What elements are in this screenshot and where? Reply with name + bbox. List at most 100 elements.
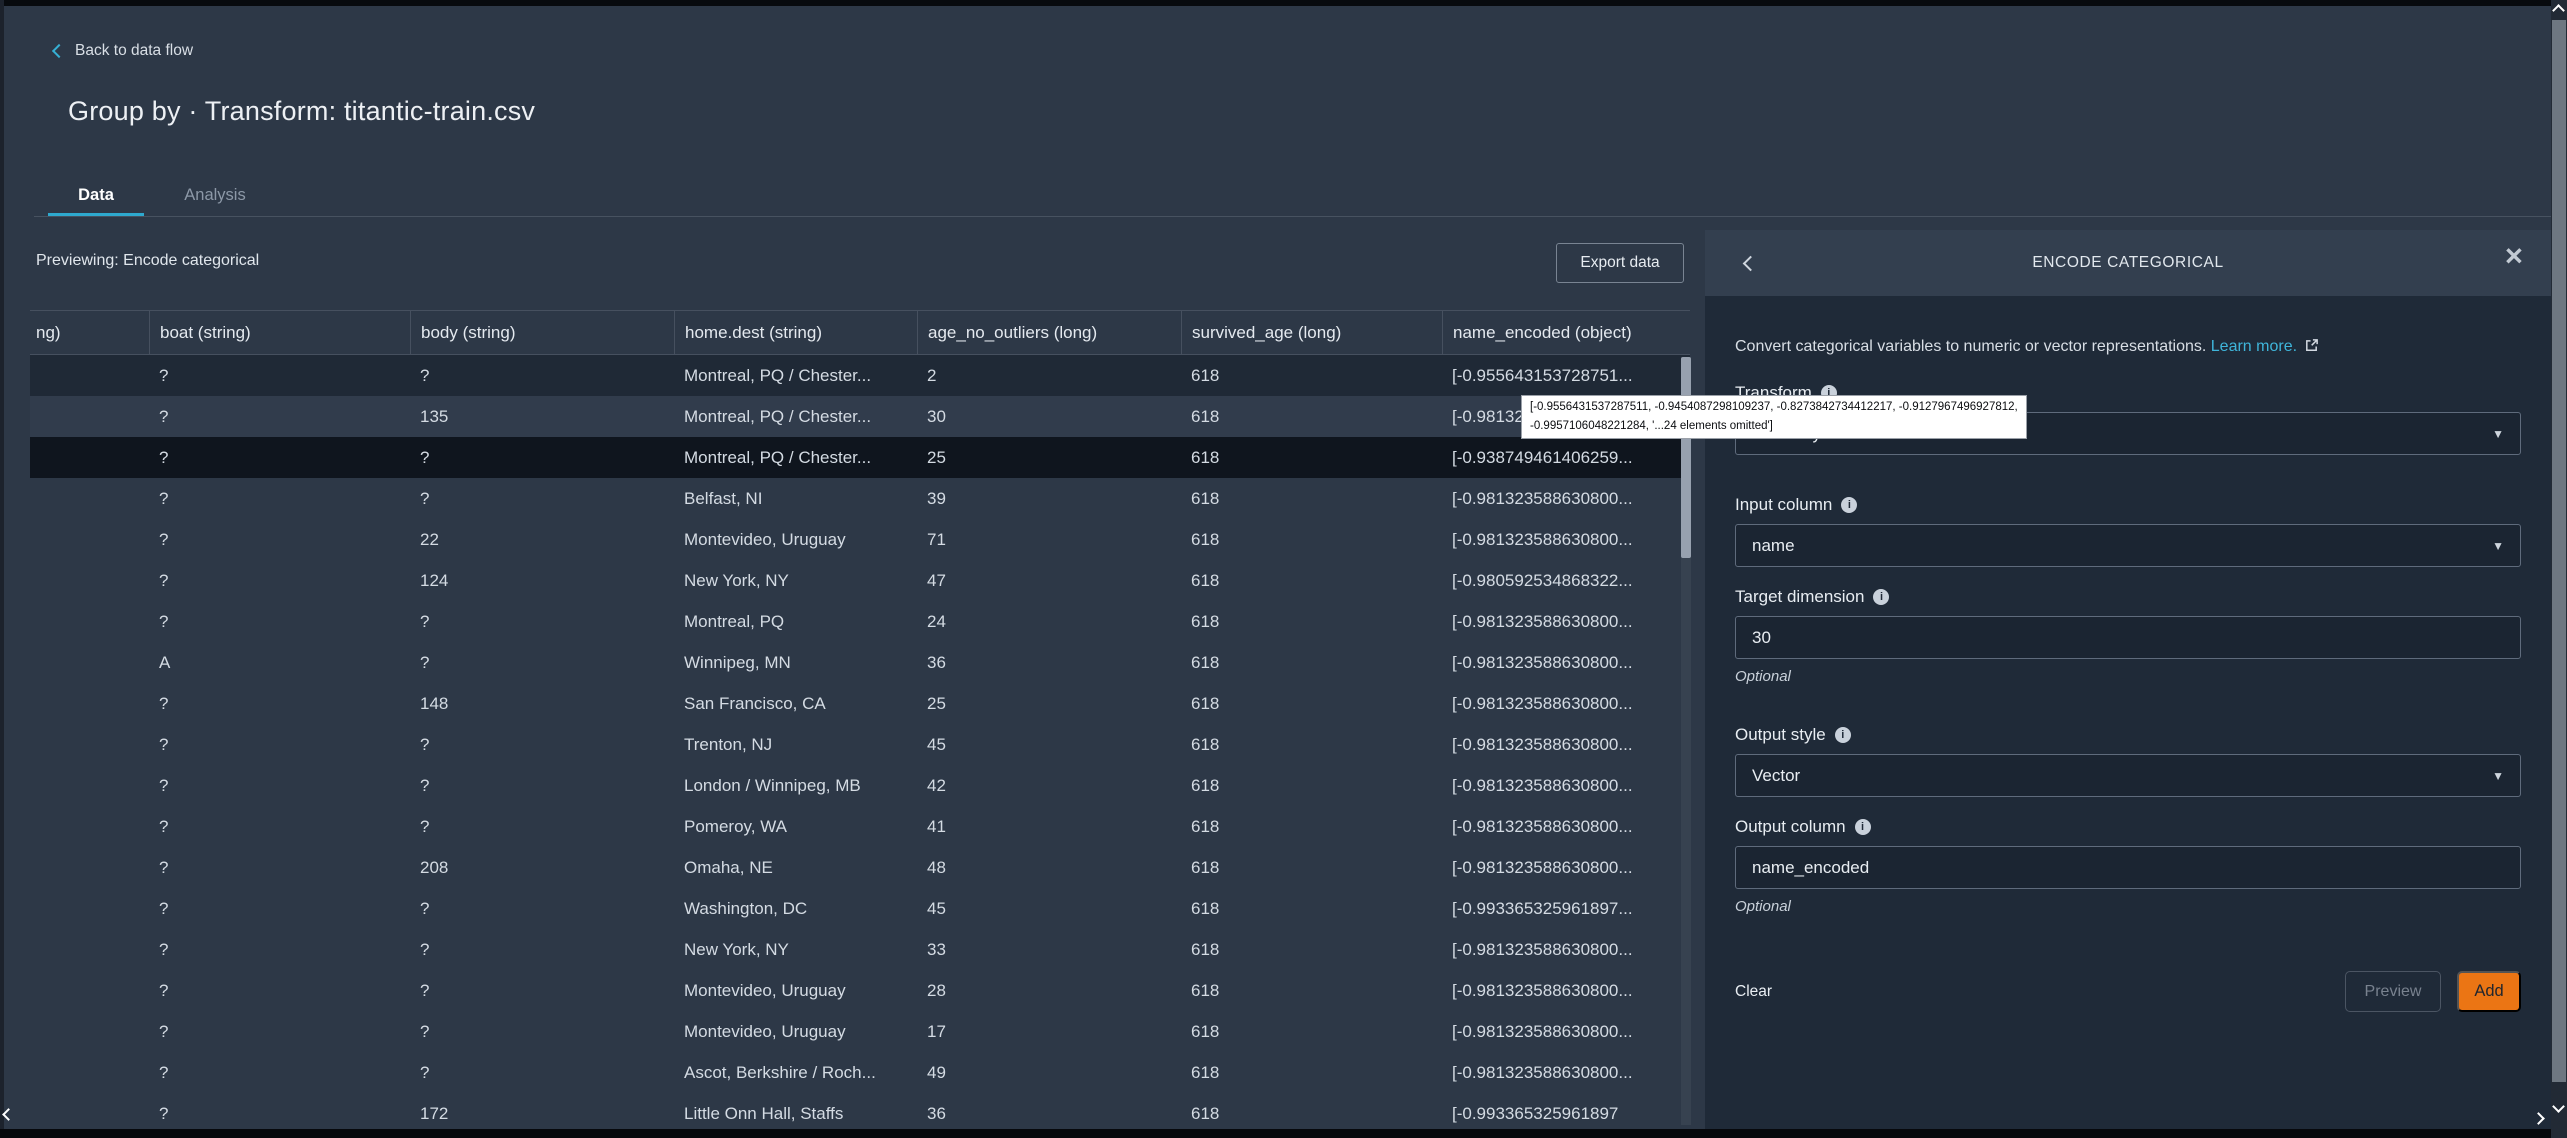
target-dimension-info-icon[interactable]: i — [1873, 589, 1889, 605]
table-row[interactable]: ??Trenton, NJ45618[-0.981323588630800... — [30, 724, 1690, 765]
table-cell: 618 — [1181, 683, 1442, 724]
table-row[interactable]: ??Belfast, NI39618[-0.981323588630800... — [30, 478, 1690, 519]
table-row[interactable]: ??Montevideo, Uruguay28618[-0.9813235886… — [30, 970, 1690, 1011]
output-column-optional: Optional — [1735, 898, 2521, 915]
page-title: Group by · Transform: titantic-train.csv — [68, 96, 535, 127]
output-column-input[interactable] — [1735, 846, 2521, 889]
table-cell: [-0.938749461406259... — [1442, 437, 1690, 478]
table-cell: 618 — [1181, 806, 1442, 847]
table-cell: Little Onn Hall, Staffs — [674, 1093, 917, 1129]
table-scrollbar-thumb[interactable] — [1681, 357, 1691, 558]
table-cell: 618 — [1181, 888, 1442, 929]
table-row[interactable]: ??London / Winnipeg, MB42618[-0.98132358… — [30, 765, 1690, 806]
scroll-left-icon[interactable] — [2, 1108, 15, 1121]
output-style-select[interactable]: Vector ▼ — [1735, 754, 2521, 797]
table-cell: [-0.981323588630800... — [1442, 642, 1690, 683]
window-top-edge — [0, 0, 2551, 6]
table-cell: 618 — [1181, 519, 1442, 560]
learn-more-link[interactable]: Learn more. — [2211, 338, 2297, 355]
table-cell: [-0.981323588630800... — [1442, 683, 1690, 724]
table-cell: Washington, DC — [674, 888, 917, 929]
table-row[interactable]: ??Ascot, Berkshire / Roch...49618[-0.981… — [30, 1052, 1690, 1093]
table-cell: ? — [149, 601, 410, 642]
page-scrollbar-thumb[interactable] — [2552, 20, 2566, 1082]
input-column-info-icon[interactable]: i — [1841, 497, 1857, 513]
table-cell: 25 — [917, 683, 1181, 724]
table-row[interactable]: ??Pomeroy, WA41618[-0.981323588630800... — [30, 806, 1690, 847]
table-cell: 618 — [1181, 601, 1442, 642]
table-row[interactable]: ?172Little Onn Hall, Staffs36618[-0.9933… — [30, 1093, 1690, 1129]
clear-button[interactable]: Clear — [1735, 983, 1772, 1001]
table-cell: ? — [410, 355, 674, 396]
table-row[interactable]: ??Montreal, PQ / Chester...2618[-0.95564… — [30, 355, 1690, 396]
external-link-icon[interactable] — [2304, 338, 2319, 359]
table-cell — [30, 847, 149, 888]
cell-value-tooltip: [-0.9556431537287511, -0.945408729810923… — [1521, 395, 2027, 439]
table-cell: ? — [410, 765, 674, 806]
table-cell: 25 — [917, 437, 1181, 478]
target-dimension-input[interactable] — [1735, 616, 2521, 659]
table-cell: ? — [149, 724, 410, 765]
column-header-6[interactable]: name_encoded (object) — [1442, 311, 1690, 354]
table-row[interactable]: ?22Montevideo, Uruguay71618[-0.981323588… — [30, 519, 1690, 560]
tab-analysis[interactable]: Analysis — [160, 186, 270, 205]
column-header-4[interactable]: age_no_outliers (long) — [917, 311, 1181, 354]
table-cell — [30, 437, 149, 478]
output-style-info-icon[interactable]: i — [1835, 727, 1851, 743]
table-cell: 30 — [917, 396, 1181, 437]
table-cell: A — [149, 642, 410, 683]
table-cell: [-0.981323588630800... — [1442, 1011, 1690, 1052]
table-cell: 618 — [1181, 765, 1442, 806]
tab-data[interactable]: Data — [48, 186, 144, 205]
table-cell — [30, 1052, 149, 1093]
table-row[interactable]: ??Montreal, PQ24618[-0.981323588630800..… — [30, 601, 1690, 642]
table-cell: [-0.981323588630800... — [1442, 724, 1690, 765]
add-button[interactable]: Add — [2457, 971, 2521, 1012]
table-cell: [-0.981323588630800... — [1442, 806, 1690, 847]
table-cell: New York, NY — [674, 560, 917, 601]
tabs-divider — [34, 216, 2551, 217]
target-dimension-optional: Optional — [1735, 668, 2521, 685]
output-column-info-icon[interactable]: i — [1855, 819, 1871, 835]
table-cell: Montreal, PQ / Chester... — [674, 396, 917, 437]
table-row[interactable]: ??Washington, DC45618[-0.993365325961897… — [30, 888, 1690, 929]
table-cell: 36 — [917, 1093, 1181, 1129]
preview-button[interactable]: Preview — [2345, 971, 2441, 1012]
table-row[interactable]: ?124New York, NY47618[-0.980592534868322… — [30, 560, 1690, 601]
table-cell: ? — [149, 683, 410, 724]
close-icon[interactable]: × — [2505, 240, 2523, 271]
column-header-2[interactable]: body (string) — [410, 311, 674, 354]
column-header-3[interactable]: home.dest (string) — [674, 311, 917, 354]
column-header-0[interactable]: ng) — [30, 311, 149, 354]
table-cell: ? — [149, 847, 410, 888]
table-row[interactable]: ?135Montreal, PQ / Chester...30618[-0.98… — [30, 396, 1690, 437]
table-row[interactable]: ??Montevideo, Uruguay17618[-0.9813235886… — [30, 1011, 1690, 1052]
column-header-5[interactable]: survived_age (long) — [1181, 311, 1442, 354]
back-link-label: Back to data flow — [75, 42, 193, 60]
table-cell: ? — [410, 724, 674, 765]
table-row[interactable]: ??Montreal, PQ / Chester...25618[-0.9387… — [30, 437, 1690, 478]
table-header-row: ng)boat (string)body (string)home.dest (… — [30, 310, 1690, 355]
table-cell: ? — [149, 519, 410, 560]
back-to-data-flow-link[interactable]: Back to data flow — [54, 42, 193, 60]
scroll-down-icon[interactable] — [2552, 1100, 2565, 1113]
table-row[interactable]: ?208Omaha, NE48618[-0.981323588630800... — [30, 847, 1690, 888]
scroll-up-icon[interactable] — [2552, 4, 2565, 17]
page-vertical-scrollbar[interactable] — [2551, 0, 2567, 1138]
table-vertical-scrollbar[interactable] — [1681, 357, 1691, 1125]
column-header-1[interactable]: boat (string) — [149, 311, 410, 354]
window-left-edge — [0, 0, 4, 1129]
table-row[interactable]: ??New York, NY33618[-0.981323588630800..… — [30, 929, 1690, 970]
input-column-select[interactable]: name ▼ — [1735, 524, 2521, 567]
table-cell: ? — [149, 929, 410, 970]
output-column-label: Output column i — [1735, 817, 2521, 837]
table-row[interactable]: ?148San Francisco, CA25618[-0.9813235886… — [30, 683, 1690, 724]
horizontal-scrollbar-track[interactable] — [0, 1129, 2551, 1138]
table-row[interactable]: A?Winnipeg, MN36618[-0.981323588630800..… — [30, 642, 1690, 683]
table-cell — [30, 929, 149, 970]
table-cell — [30, 970, 149, 1011]
table-cell: 618 — [1181, 396, 1442, 437]
export-data-button[interactable]: Export data — [1556, 243, 1684, 283]
table-cell: Omaha, NE — [674, 847, 917, 888]
table-cell — [30, 1011, 149, 1052]
